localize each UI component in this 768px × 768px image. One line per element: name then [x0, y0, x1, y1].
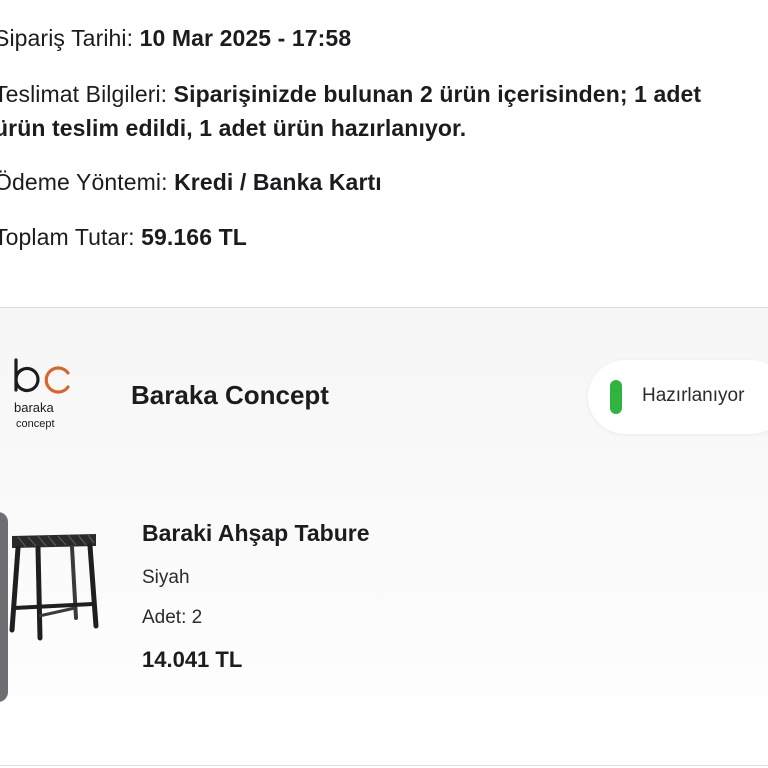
store-logo[interactable]: baraka concept — [8, 356, 78, 436]
logo-text-bottom: concept — [16, 418, 55, 430]
delivery-info-label: Teslimat Bilgileri: — [0, 81, 174, 107]
total-amount-label: Toplam Tutar: — [0, 224, 142, 250]
delivery-info-row: Teslimat Bilgileri: Siparişinizde buluna… — [0, 77, 701, 111]
payment-method-label: Ödeme Yöntemi: — [0, 169, 175, 195]
product-title[interactable]: Baraki Ahşap Tabure — [142, 520, 370, 547]
product-image[interactable] — [4, 526, 104, 646]
logo-text-top: baraka — [14, 400, 55, 415]
baraka-concept-logo-icon: baraka concept — [14, 358, 70, 430]
total-amount-value: 59.166 TL — [141, 224, 247, 250]
product-quantity: Adet: 2 — [142, 607, 203, 628]
order-status-badge: Hazırlanıyor — [588, 360, 768, 434]
delivery-info-value-line2: ürün teslim edildi, 1 adet ürün hazırlan… — [0, 115, 467, 141]
delivery-info-row-2: ürün teslim edildi, 1 adet ürün hazırlan… — [0, 111, 466, 145]
status-indicator-icon — [610, 380, 622, 414]
payment-method-value: Kredi / Banka Kartı — [174, 169, 382, 195]
store-name[interactable]: Baraka Concept — [131, 380, 329, 411]
product-variant: Siyah — [142, 567, 190, 588]
order-date-row: Sipariş Tarihi: 10 Mar 2025 - 17:58 — [0, 21, 351, 55]
total-amount-row: Toplam Tutar: 59.166 TL — [0, 220, 247, 254]
order-status-label: Hazırlanıyor — [642, 385, 745, 406]
wooden-stool-icon — [9, 534, 99, 641]
delivery-info-value-line1: Siparişinizde bulunan 2 ürün içerisinden… — [173, 81, 702, 107]
card-divider — [0, 765, 768, 766]
payment-method-row: Ödeme Yöntemi: Kredi / Banka Kartı — [0, 165, 382, 199]
order-detail-screen: Sipariş Tarihi: 10 Mar 2025 - 17:58 Tesl… — [0, 0, 768, 768]
product-price: 14.041 TL — [142, 647, 243, 672]
order-date-label: Sipariş Tarihi: — [0, 25, 140, 51]
order-date-value: 10 Mar 2025 - 17:58 — [139, 25, 352, 51]
